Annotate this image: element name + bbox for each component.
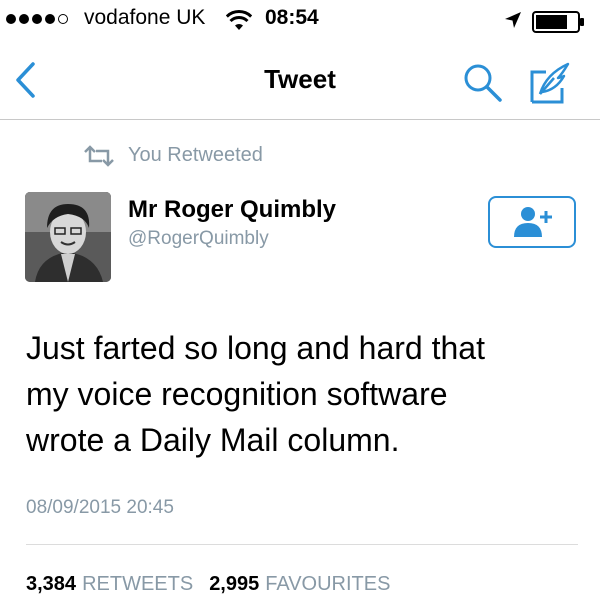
- page-title: Tweet: [264, 64, 336, 94]
- divider: [26, 544, 578, 545]
- retweet-context-label: You Retweeted: [128, 144, 263, 166]
- tweet-text-line: Just farted so long and hard that: [26, 330, 485, 366]
- signal-dot: [6, 14, 16, 24]
- tweet-text: Just farted so long and hard that my voi…: [26, 325, 581, 463]
- signal-dot: [32, 14, 42, 24]
- signal-dot: [45, 14, 55, 24]
- nav-bar: Tweet: [0, 40, 600, 120]
- add-user-icon: [514, 207, 552, 237]
- tweet-text-line: my voice recognition software: [26, 376, 448, 412]
- retweets-count[interactable]: 3,384: [26, 573, 76, 596]
- avatar-image: [25, 192, 111, 282]
- tweet-timestamp: 08/09/2015 20:45: [26, 497, 174, 518]
- retweet-icon: [84, 144, 114, 167]
- signal-dot: [58, 14, 68, 24]
- status-bar: vodafone UK 08:54: [0, 0, 600, 40]
- retweets-label[interactable]: RETWEETS: [82, 573, 193, 596]
- signal-strength-icon: [6, 14, 68, 24]
- retweet-context: You Retweeted: [82, 144, 263, 167]
- battery-icon: [532, 11, 584, 33]
- status-time: 08:54: [265, 6, 319, 29]
- follow-button[interactable]: [488, 196, 576, 248]
- wifi-icon: [226, 10, 252, 30]
- author-handle[interactable]: @RogerQuimbly: [128, 228, 269, 250]
- favourites-count[interactable]: 2,995: [209, 573, 259, 596]
- favourites-label[interactable]: FAVOURITES: [265, 573, 390, 596]
- tweet-stats: 3,384 RETWEETS 2,995 FAVOURITES: [26, 573, 400, 596]
- compose-icon[interactable]: [528, 60, 572, 106]
- tweet-text-line: wrote a Daily Mail column.: [26, 422, 400, 458]
- avatar[interactable]: [25, 192, 111, 282]
- search-icon[interactable]: [462, 62, 504, 104]
- signal-dot: [19, 14, 29, 24]
- location-arrow-icon: [505, 12, 521, 28]
- carrier-name: vodafone UK: [84, 6, 206, 29]
- author-name[interactable]: Mr Roger Quimbly: [128, 196, 336, 224]
